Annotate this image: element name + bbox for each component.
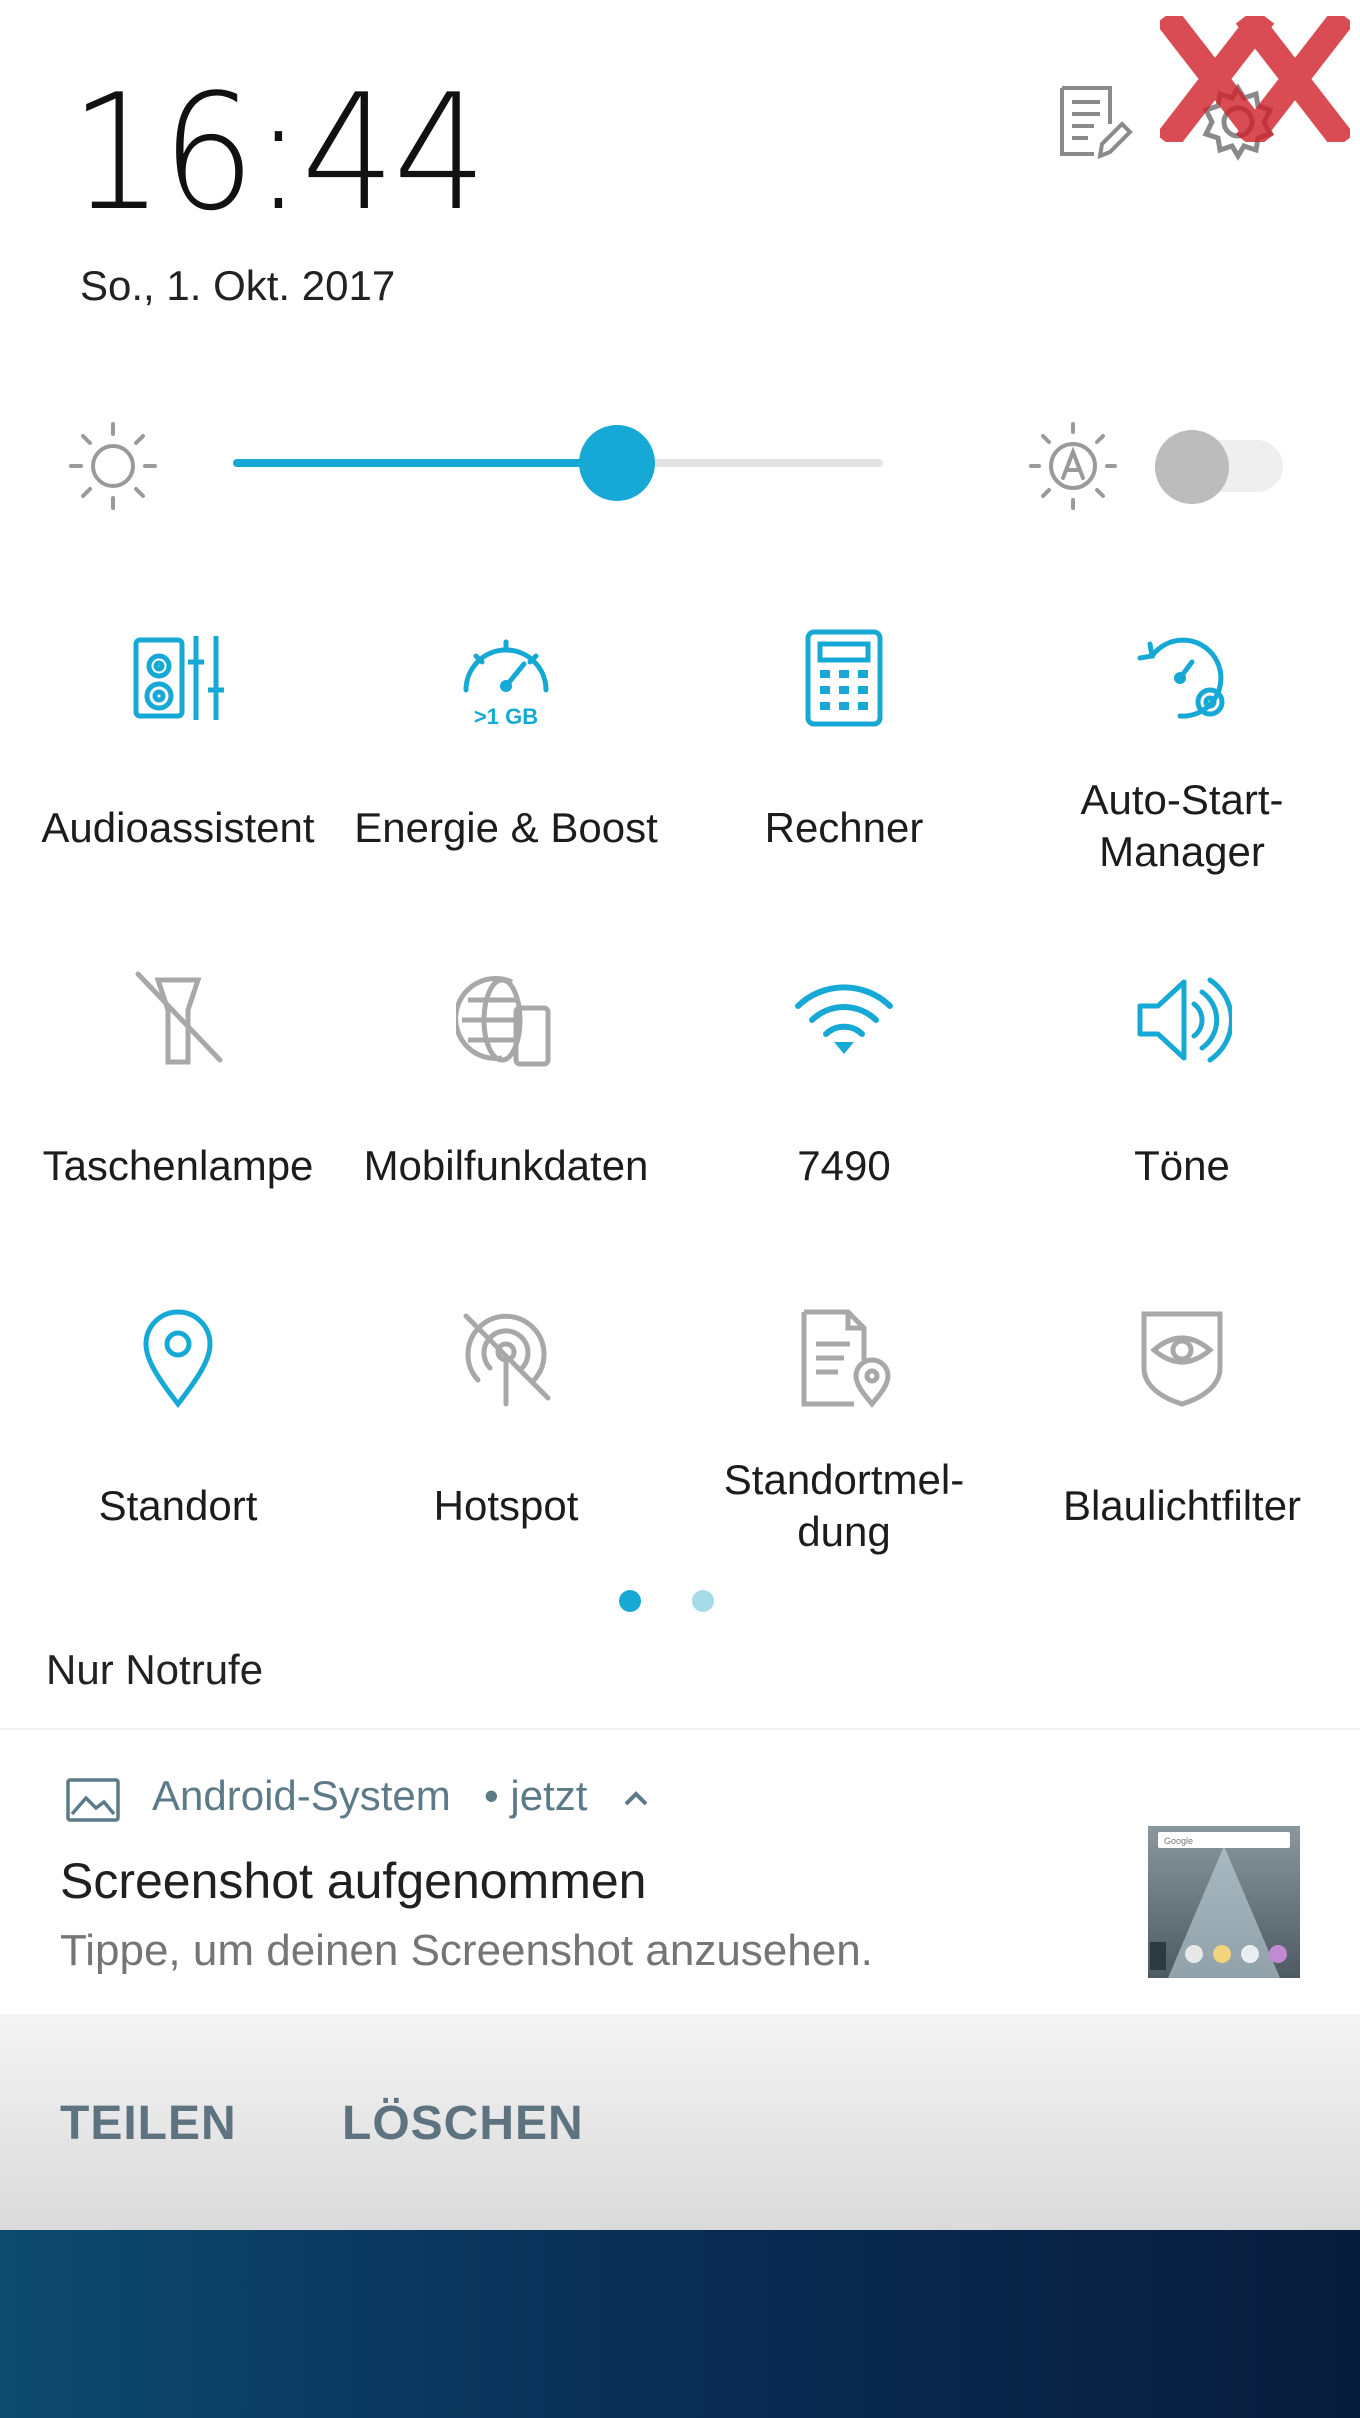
screenshot-thumbnail-image: Google [1148, 1826, 1300, 1978]
watermark-logo [1160, 16, 1350, 142]
tile-label: Taschenlampe [42, 1142, 314, 1189]
tile-label: Standortmel- dung [723, 1456, 965, 1555]
wifi-icon [795, 984, 893, 1054]
tile-label: Audioassistent [41, 804, 315, 851]
brightness-slider-fill [233, 459, 617, 467]
tile-label: Standort [98, 1482, 258, 1529]
date: So., 1. Okt. 2017 [80, 262, 396, 309]
calculator-icon [805, 629, 883, 727]
hotspot-off-icon [463, 1313, 551, 1407]
tile-label: Töne [1134, 1142, 1230, 1189]
image-icon [66, 1778, 120, 1822]
delete-button[interactable]: LÖSCHEN [342, 2096, 584, 2151]
tile-label: Blaulichtfilter [1062, 1482, 1302, 1529]
location-report-icon [801, 1309, 891, 1408]
auto-brightness-toggle[interactable] [1155, 430, 1285, 504]
edit-notes-icon[interactable] [1050, 80, 1134, 164]
brightness-slider-thumb[interactable] [578, 425, 655, 501]
brightness-sun-icon [69, 422, 157, 510]
toggle-knob [1155, 430, 1229, 504]
share-button[interactable]: TEILEN [60, 2096, 237, 2151]
auto-brightness-icon [1029, 422, 1117, 510]
brightness-row [0, 410, 1360, 510]
tile-label: Hotspot [433, 1482, 579, 1529]
notification-actions: TEILEN LÖSCHEN [0, 2014, 1360, 2230]
tile-label: Auto-Start- Manager [1080, 776, 1284, 875]
chevron-up-icon[interactable] [620, 1782, 652, 1814]
volume-icon [1137, 977, 1232, 1063]
blue-light-filter-icon [1141, 1311, 1223, 1407]
page-indicator [0, 1590, 1360, 1620]
screenshot-notification[interactable]: Android-System • jetzt Screenshot aufgen… [0, 1730, 1360, 2014]
home-wallpaper [0, 2230, 1360, 2418]
page-dot-active[interactable] [619, 1590, 641, 1612]
flashlight-off-icon [135, 971, 223, 1065]
tile-label: Energie & Boost [354, 804, 658, 851]
notification-app-name: Android-System [152, 1772, 451, 1819]
notification-text: Tippe, um deinen Screenshot anzusehen. [60, 1926, 873, 1975]
brightness-slider[interactable] [233, 425, 883, 501]
tile-label: Mobilfunkdaten [363, 1142, 649, 1189]
tile-label: 7490 [797, 1142, 891, 1189]
audio-assistant-icon [133, 636, 224, 720]
speedometer-boost-icon: >1 GB [463, 639, 549, 728]
location-pin-icon [143, 1309, 213, 1408]
boost-icon-text: >1 GB [474, 704, 538, 728]
notification-time: • jetzt [484, 1772, 588, 1819]
notification-title: Screenshot aufgenommen [60, 1853, 647, 1909]
thumb-search-text: Google [1164, 1836, 1193, 1846]
auto-start-manager-icon [1137, 637, 1225, 719]
page-dot[interactable] [692, 1590, 714, 1612]
mobile-data-icon [456, 976, 551, 1067]
screenshot-thumbnail[interactable]: Google [1148, 1826, 1300, 1978]
emergency-only-text: Nur Notrufe [46, 1646, 264, 1693]
clock: 16:44 [70, 59, 487, 246]
quick-settings-panel: 16:44 So., 1. Okt. 2017 Audioassistent >… [0, 0, 1360, 2230]
tile-label: Rechner [764, 804, 924, 851]
